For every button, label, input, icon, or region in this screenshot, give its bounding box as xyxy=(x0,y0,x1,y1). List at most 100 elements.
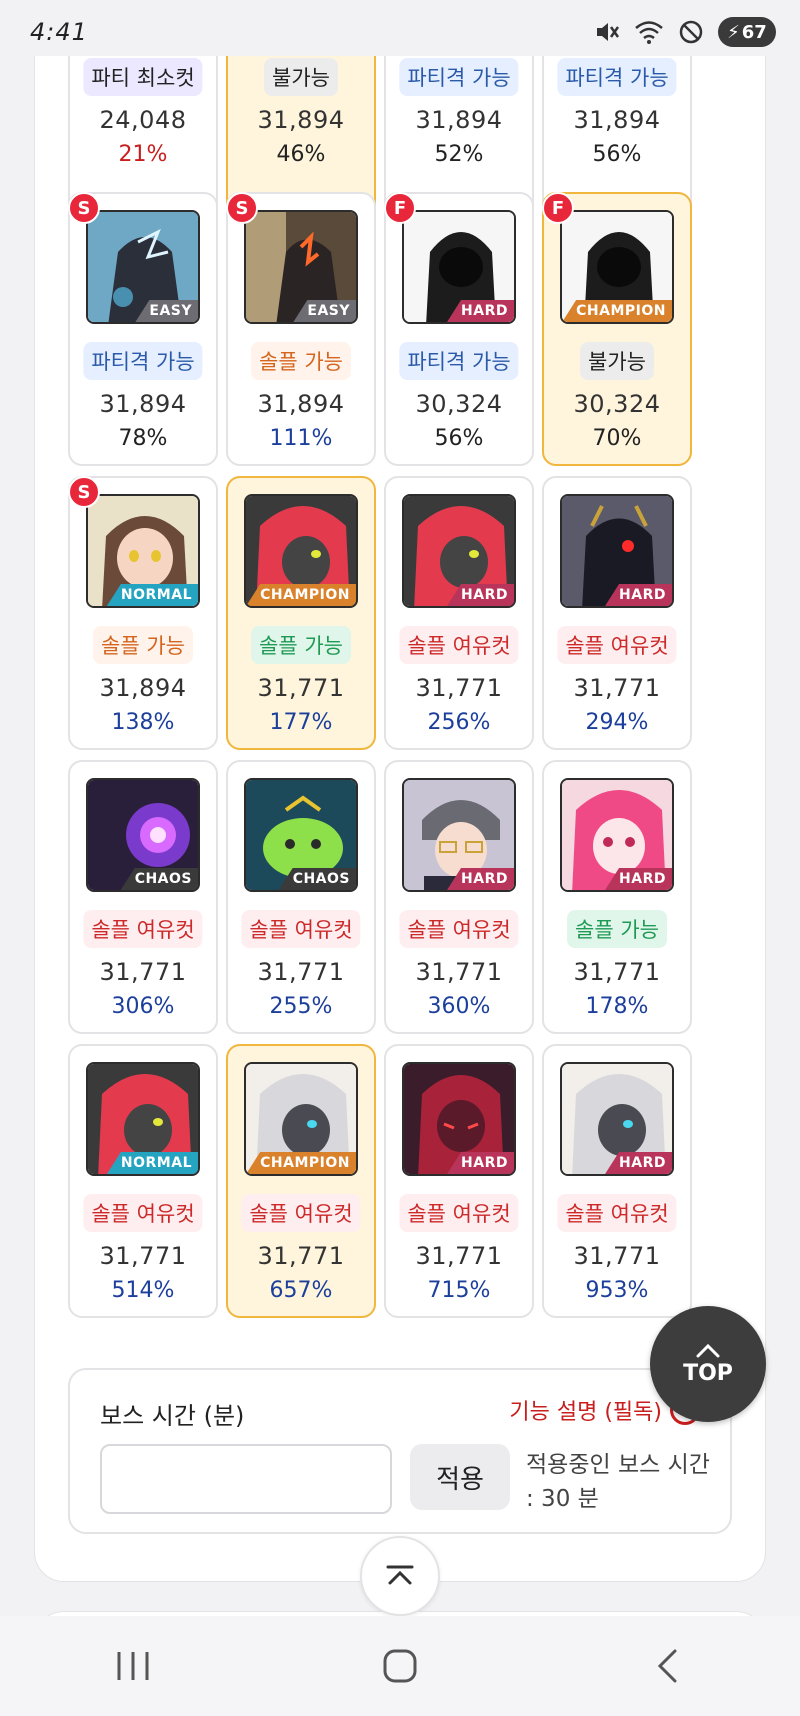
status-bar: 4:41 ⚡ 67 xyxy=(0,0,800,56)
combat-score: 31,771 xyxy=(257,1242,345,1270)
navigation-bar xyxy=(0,1616,800,1716)
combat-score: 31,771 xyxy=(415,958,503,986)
clear-percent: 715% xyxy=(427,1278,491,1303)
boss-portrait: NORMAL xyxy=(86,494,200,608)
combat-score: 31,894 xyxy=(573,106,661,134)
status-time: 4:41 xyxy=(30,18,88,46)
collapse-up-icon xyxy=(386,1565,414,1585)
wifi-icon xyxy=(634,19,664,45)
clear-percent: 21% xyxy=(118,142,168,167)
boss-portrait: HARD xyxy=(402,494,516,608)
grade-badge: S xyxy=(68,476,100,508)
boss-portrait: CHAMPION xyxy=(560,210,674,324)
back-icon xyxy=(657,1649,677,1683)
boss-portrait: HARD xyxy=(402,210,516,324)
clear-status-tag: 솔플 가능 xyxy=(93,626,193,664)
clear-percent: 78% xyxy=(118,426,168,451)
boss-portrait: HARD xyxy=(560,1062,674,1176)
clear-status-tag: 솔플 여유컷 xyxy=(241,910,361,948)
boss-portrait: HARD xyxy=(560,778,674,892)
boss-tile[interactable]: CHAMPION 솔플 여유컷 31,771 657% xyxy=(226,1044,376,1318)
boss-tile[interactable]: S EASY 파티격 가능 31,894 78% xyxy=(68,192,218,466)
boss-tile[interactable]: NORMAL 솔플 여유컷 31,771 514% xyxy=(68,1044,218,1318)
apply-button[interactable]: 적용 xyxy=(410,1444,510,1510)
clear-percent: 657% xyxy=(269,1278,333,1303)
chevron-up-icon xyxy=(696,1343,720,1357)
boss-portrait: HARD xyxy=(402,1062,516,1176)
boss-time-input[interactable] xyxy=(100,1444,392,1514)
clear-percent: 56% xyxy=(592,142,642,167)
clear-status-tag: 불가능 xyxy=(580,342,654,380)
boss-portrait: EASY xyxy=(244,210,358,324)
recent-apps-button[interactable] xyxy=(83,1636,183,1696)
clear-percent: 52% xyxy=(434,142,484,167)
clear-status-tag: 솔플 가능 xyxy=(251,342,351,380)
clear-percent: 177% xyxy=(269,710,333,735)
combat-score: 31,894 xyxy=(415,106,503,134)
combat-score: 31,771 xyxy=(257,958,345,986)
boss-tile[interactable]: S NORMAL 솔플 가능 31,894 138% xyxy=(68,476,218,750)
combat-score: 30,324 xyxy=(415,390,503,418)
clear-status-tag: 솔플 여유컷 xyxy=(399,910,519,948)
clear-percent: 953% xyxy=(585,1278,649,1303)
boss-tile[interactable]: HARD 솔플 가능 31,771 178% xyxy=(542,760,692,1034)
boss-tile[interactable]: HARD 솔플 여유컷 31,771 715% xyxy=(384,1044,534,1318)
clear-percent: 306% xyxy=(111,994,175,1019)
boss-tile[interactable]: F HARD 파티격 가능 30,324 56% xyxy=(384,192,534,466)
combat-score: 31,771 xyxy=(99,1242,187,1270)
clear-status-tag: 솔플 여유컷 xyxy=(83,910,203,948)
feature-help-label: 기능 설명 (필독) xyxy=(509,1400,662,1425)
combat-score: 31,771 xyxy=(99,958,187,986)
combat-score: 31,771 xyxy=(573,1242,661,1270)
status-icons: ⚡ 67 xyxy=(594,17,776,47)
boss-portrait: CHAOS xyxy=(86,778,200,892)
home-button[interactable] xyxy=(350,1636,450,1696)
clear-status-tag: 솔플 여유컷 xyxy=(83,1194,203,1232)
difficulty-label: CHAMPION xyxy=(246,584,356,606)
boss-tile[interactable]: HARD 솔플 여유컷 31,771 360% xyxy=(384,760,534,1034)
mute-icon xyxy=(594,19,620,45)
clear-status-tag: 파티격 가능 xyxy=(399,58,519,96)
grade-badge: F xyxy=(542,192,574,224)
home-icon xyxy=(383,1649,417,1683)
clear-status-tag: 솔플 여유컷 xyxy=(399,1194,519,1232)
boss-tile[interactable]: CHAMPION 솔플 가능 31,771 177% xyxy=(226,476,376,750)
combat-score: 31,771 xyxy=(573,958,661,986)
boss-tile[interactable]: HARD 솔플 여유컷 31,771 953% xyxy=(542,1044,692,1318)
difficulty-label: CHAMPION xyxy=(246,1152,356,1174)
top-button[interactable]: TOP xyxy=(650,1306,766,1422)
boss-tile[interactable]: HARD 솔플 여유컷 31,771 294% xyxy=(542,476,692,750)
clear-status-tag: 솔플 여유컷 xyxy=(557,626,677,664)
recent-apps-icon xyxy=(117,1652,149,1680)
boss-tile[interactable]: HARD 솔플 여유컷 31,771 256% xyxy=(384,476,534,750)
collapse-button[interactable] xyxy=(360,1536,440,1616)
combat-score: 31,771 xyxy=(257,674,345,702)
boss-tile[interactable]: CHAOS 솔플 여유컷 31,771 255% xyxy=(226,760,376,1034)
clear-status-tag: 솔플 여유컷 xyxy=(557,1194,677,1232)
clear-status-tag: 솔플 가능 xyxy=(567,910,667,948)
combat-score: 31,894 xyxy=(99,674,187,702)
difficulty-label: NORMAL xyxy=(106,584,198,606)
back-button[interactable] xyxy=(617,1636,717,1696)
clear-percent: 256% xyxy=(427,710,491,735)
combat-score: 24,048 xyxy=(99,106,187,134)
clear-percent: 56% xyxy=(434,426,484,451)
clear-percent: 360% xyxy=(427,994,491,1019)
clear-status-tag: 파티 최소컷 xyxy=(83,58,203,96)
combat-score: 31,894 xyxy=(99,390,187,418)
combat-score: 31,771 xyxy=(415,1242,503,1270)
boss-tile[interactable]: F CHAMPION 불가능 30,324 70% xyxy=(542,192,692,466)
clear-status-tag: 솔플 여유컷 xyxy=(399,626,519,664)
boss-tile[interactable]: CHAOS 솔플 여유컷 31,771 306% xyxy=(68,760,218,1034)
combat-score: 31,771 xyxy=(415,674,503,702)
top-button-label: TOP xyxy=(683,1360,733,1386)
clear-percent: 111% xyxy=(269,426,333,451)
page: 파티 최소컷 24,048 21% 불가능 31,894 46% 파티격 가능 31,894 5… xyxy=(0,56,800,1616)
boss-time-label: 보스 시간 (분) xyxy=(100,1402,245,1430)
boss-tile[interactable]: S EASY 솔플 가능 31,894 111% xyxy=(226,192,376,466)
boss-portrait: HARD xyxy=(560,494,674,608)
clear-percent: 294% xyxy=(585,710,649,735)
combat-score: 31,771 xyxy=(573,674,661,702)
combat-score: 31,894 xyxy=(257,106,345,134)
grade-badge: S xyxy=(226,192,258,224)
